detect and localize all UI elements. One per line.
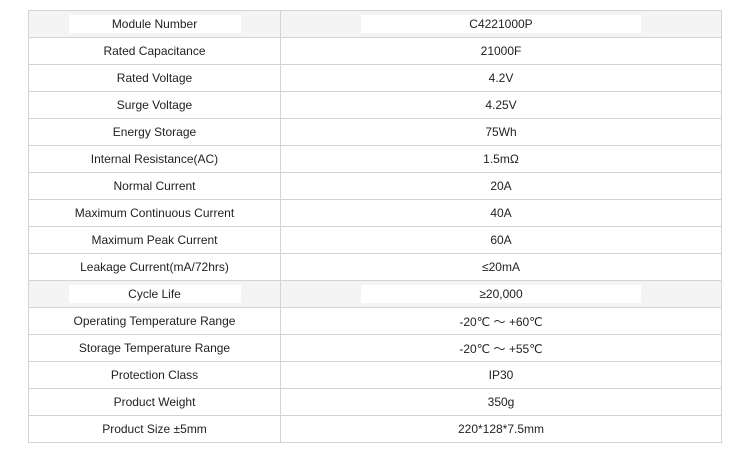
table-row: Surge Voltage 4.25V xyxy=(28,91,722,119)
spec-value: 1.5mΩ xyxy=(483,152,519,166)
spec-label: Storage Temperature Range xyxy=(78,341,231,355)
table-row: Maximum Continuous Current 40A xyxy=(28,199,722,227)
spec-label-cell: Operating Temperature Range xyxy=(28,307,281,335)
table-row: Normal Current 20A xyxy=(28,172,722,200)
spec-value: 4.2V xyxy=(488,71,514,85)
spec-value: 21000F xyxy=(480,44,522,58)
spec-value-cell: ≤20mA xyxy=(280,253,722,281)
spec-value-cell: 40A xyxy=(280,199,722,227)
spec-value-cell: 220*128*7.5mm xyxy=(280,415,722,443)
table-row: Product Weight 350g xyxy=(28,388,722,416)
table-row: Internal Resistance(AC) 1.5mΩ xyxy=(28,145,722,173)
spec-value: 60A xyxy=(490,233,512,247)
spec-value-cell: 60A xyxy=(280,226,722,254)
spec-value: 75Wh xyxy=(485,125,517,139)
spec-value-cell: 4.25V xyxy=(280,91,722,119)
spec-label: Normal Current xyxy=(113,179,196,193)
spec-value: 350g xyxy=(487,395,515,409)
spec-value: -20℃ ～ +55℃ xyxy=(459,341,543,356)
spec-value-cell: 4.2V xyxy=(280,64,722,92)
spec-value-cell: -20℃ ～ +60℃ xyxy=(280,307,722,335)
spec-value: IP30 xyxy=(488,368,514,382)
spec-label: Module Number xyxy=(68,15,241,33)
spec-value: 4.25V xyxy=(485,98,517,112)
spec-value-cell: 20A xyxy=(280,172,722,200)
table-row: Energy Storage 75Wh xyxy=(28,118,722,146)
spec-label-cell: Rated Voltage xyxy=(28,64,281,92)
table-row: Leakage Current(mA/72hrs) ≤20mA xyxy=(28,253,722,281)
spec-label: Cycle Life xyxy=(68,285,241,303)
spec-label: Leakage Current(mA/72hrs) xyxy=(80,260,229,274)
spec-label-cell: Rated Capacitance xyxy=(28,37,281,65)
spec-label-cell: Internal Resistance(AC) xyxy=(28,145,281,173)
table-row: Cycle Life ≥20,000 xyxy=(28,280,722,308)
spec-label: Protection Class xyxy=(110,368,199,382)
spec-label-cell: Module Number xyxy=(28,10,281,38)
table-row: Operating Temperature Range -20℃ ～ +60℃ xyxy=(28,307,722,335)
spec-label-cell: Leakage Current(mA/72hrs) xyxy=(28,253,281,281)
table-row: Module Number C4221000P xyxy=(28,10,722,38)
table-row: Protection Class IP30 xyxy=(28,361,722,389)
spec-value: ≥20,000 xyxy=(361,285,641,303)
spec-value-cell: -20℃ ～ +55℃ xyxy=(280,334,722,362)
spec-label: Maximum Continuous Current xyxy=(74,206,235,220)
spec-label-cell: Product Size ±5mm xyxy=(28,415,281,443)
spec-label-cell: Maximum Peak Current xyxy=(28,226,281,254)
spec-value-cell: 75Wh xyxy=(280,118,722,146)
spec-value-cell: 350g xyxy=(280,388,722,416)
spec-value: 20A xyxy=(490,179,512,193)
spec-label: Internal Resistance(AC) xyxy=(90,152,219,166)
spec-label: Surge Voltage xyxy=(116,98,193,112)
spec-label-cell: Product Weight xyxy=(28,388,281,416)
spec-label: Rated Voltage xyxy=(116,71,193,85)
spec-label-cell: Storage Temperature Range xyxy=(28,334,281,362)
table-row: Product Size ±5mm 220*128*7.5mm xyxy=(28,415,722,443)
spec-label: Energy Storage xyxy=(112,125,197,139)
table-row: Rated Voltage 4.2V xyxy=(28,64,722,92)
spec-label: Product Weight xyxy=(113,395,196,409)
spec-value: -20℃ ～ +60℃ xyxy=(459,314,543,329)
table-row: Maximum Peak Current 60A xyxy=(28,226,722,254)
spec-label: Maximum Peak Current xyxy=(91,233,218,247)
table-row: Rated Capacitance 21000F xyxy=(28,37,722,65)
spec-value: 40A xyxy=(490,206,512,220)
spec-value: 220*128*7.5mm xyxy=(457,422,545,436)
spec-label-cell: Cycle Life xyxy=(28,280,281,308)
spec-value-cell: 1.5mΩ xyxy=(280,145,722,173)
table-row: Storage Temperature Range -20℃ ～ +55℃ xyxy=(28,334,722,362)
spec-label-cell: Energy Storage xyxy=(28,118,281,146)
spec-value-cell: ≥20,000 xyxy=(280,280,722,308)
spec-value: ≤20mA xyxy=(482,260,520,274)
spec-value-cell: IP30 xyxy=(280,361,722,389)
spec-table-body: Module Number C4221000P Rated Capacitance 2… xyxy=(28,10,722,443)
spec-table: Module Number C4221000P Rated Capacitance 2… xyxy=(28,10,722,443)
spec-label-cell: Maximum Continuous Current xyxy=(28,199,281,227)
spec-label-cell: Surge Voltage xyxy=(28,91,281,119)
spec-label: Product Size ±5mm xyxy=(102,422,207,436)
spec-label: Operating Temperature Range xyxy=(73,314,236,328)
spec-label-cell: Protection Class xyxy=(28,361,281,389)
spec-value-cell: C4221000P xyxy=(280,10,722,38)
spec-value-cell: 21000F xyxy=(280,37,722,65)
spec-label-cell: Normal Current xyxy=(28,172,281,200)
spec-label: Rated Capacitance xyxy=(103,44,206,58)
spec-value: C4221000P xyxy=(361,15,641,33)
